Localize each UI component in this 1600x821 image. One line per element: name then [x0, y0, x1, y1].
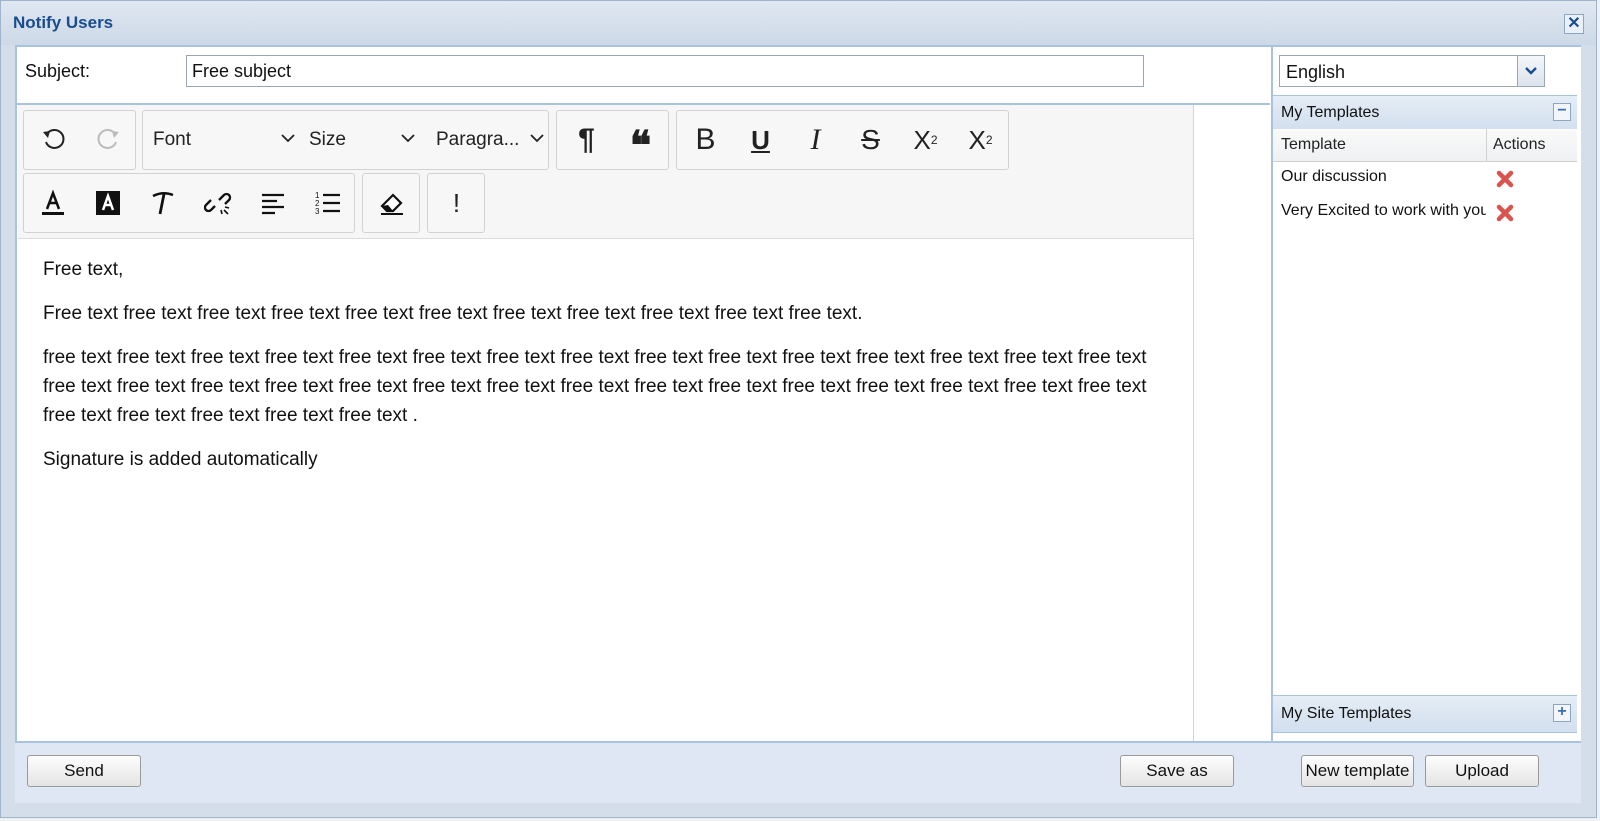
upload-button[interactable]: Upload — [1425, 755, 1539, 787]
my-site-templates-header[interactable]: My Site Templates + — [1273, 695, 1577, 733]
collapse-icon[interactable]: − — [1553, 103, 1571, 121]
editor-body[interactable]: Free text, Free text free text free text… — [43, 255, 1163, 489]
subject-row: Subject: — [17, 47, 1270, 105]
text-color-icon[interactable] — [25, 174, 80, 232]
subscript-small: 2 — [930, 133, 938, 147]
editor-paragraph: Signature is added automatically — [43, 449, 318, 470]
ordered-list-icon[interactable]: 123 — [300, 174, 355, 232]
template-row[interactable]: Our discussion — [1273, 161, 1577, 195]
superscript-small: 2 — [985, 133, 993, 147]
language-select[interactable]: English — [1279, 55, 1545, 87]
history-group — [23, 110, 136, 170]
chevron-down-icon — [281, 134, 295, 143]
special-group: ! — [427, 173, 485, 233]
editor-paragraph: free text free text free text free text … — [43, 347, 1147, 426]
subject-input[interactable] — [186, 55, 1144, 87]
templates-grid-header: Template Actions — [1273, 129, 1577, 162]
column-template[interactable]: Template — [1281, 136, 1346, 154]
clear-format-icon[interactable] — [135, 174, 190, 232]
dialog-title: Notify Users — [13, 13, 114, 32]
format-dropdown-label: Paragra... — [436, 129, 520, 150]
chevron-down-icon[interactable] — [1517, 56, 1544, 86]
strikethrough-icon[interactable]: S — [843, 111, 898, 169]
size-dropdown[interactable]: Size — [309, 111, 421, 169]
size-dropdown-label: Size — [309, 129, 346, 150]
my-templates-header: My Templates − — [1273, 95, 1577, 131]
color-list-group: 123 — [23, 173, 355, 233]
subscript-icon[interactable]: X2 — [898, 111, 953, 169]
template-name[interactable]: Very Excited to work with you — [1281, 202, 1486, 220]
delete-icon[interactable] — [1495, 203, 1515, 223]
underline-icon[interactable]: U — [733, 111, 788, 169]
redo-icon[interactable] — [80, 111, 135, 169]
italic-icon[interactable]: I — [788, 111, 843, 169]
inline-style-group: B U I S X2 X2 — [676, 110, 1009, 170]
subject-label: Subject: — [25, 61, 91, 81]
dialog-content: Subject: Font — [15, 45, 1581, 743]
paragraph-icon[interactable]: ¶ — [559, 111, 614, 169]
dialog-titlebar: Notify Users ✕ — [1, 1, 1596, 45]
editor-paragraph: Free text free text free text free text … — [43, 303, 863, 324]
undo-icon[interactable] — [26, 111, 81, 169]
template-name[interactable]: Our discussion — [1281, 168, 1486, 186]
blockquote-icon[interactable]: ❝ — [613, 111, 668, 169]
font-group: Font Size Paragra... — [142, 110, 549, 170]
my-site-templates-title: My Site Templates — [1281, 705, 1412, 722]
expand-icon[interactable]: + — [1553, 704, 1571, 722]
align-left-icon[interactable] — [245, 174, 300, 232]
editor-toolbar: Font Size Paragra... ¶ ❝ B U I S X 2 X 2… — [18, 105, 1193, 239]
font-dropdown-label: Font — [153, 129, 192, 150]
send-button[interactable]: Send — [27, 755, 141, 787]
column-actions: Actions — [1493, 136, 1546, 153]
font-dropdown[interactable]: Font — [153, 111, 301, 169]
bold-icon[interactable]: B — [678, 111, 733, 169]
superscript-icon[interactable]: X2 — [953, 111, 1008, 169]
language-value: English — [1286, 62, 1346, 82]
superscript-glyph: X — [968, 124, 986, 155]
column-divider — [1486, 129, 1487, 161]
rich-text-editor: Font Size Paragra... ¶ ❝ B U I S X 2 X 2… — [18, 105, 1194, 741]
template-row[interactable]: Very Excited to work with you — [1273, 195, 1577, 229]
eraser-group — [362, 173, 420, 233]
delete-icon[interactable] — [1495, 169, 1515, 189]
chevron-down-icon — [401, 134, 415, 143]
subscript-glyph: X — [913, 124, 931, 155]
editor-paragraph: Free text, — [43, 259, 124, 280]
highlight-color-icon[interactable] — [80, 174, 135, 232]
chevron-down-icon — [530, 134, 544, 143]
new-template-button[interactable]: New template — [1301, 755, 1414, 787]
block-group: ¶ ❝ — [556, 110, 669, 170]
format-dropdown[interactable]: Paragra... — [436, 111, 546, 169]
close-icon[interactable]: ✕ — [1564, 14, 1584, 34]
dialog-footer: Send Save as New template Upload — [15, 743, 1581, 803]
my-templates-title: My Templates — [1281, 104, 1380, 121]
save-as-button[interactable]: Save as — [1120, 755, 1234, 787]
templates-sidebar: English My Templates − Template Actions … — [1271, 47, 1581, 741]
exclamation-icon[interactable]: ! — [429, 174, 484, 232]
svg-text:3: 3 — [315, 207, 320, 216]
unlink-icon[interactable] — [190, 174, 245, 232]
eraser-icon[interactable] — [364, 174, 419, 232]
notify-users-dialog: Notify Users ✕ Subject: Free subject Fon… — [0, 0, 1597, 818]
